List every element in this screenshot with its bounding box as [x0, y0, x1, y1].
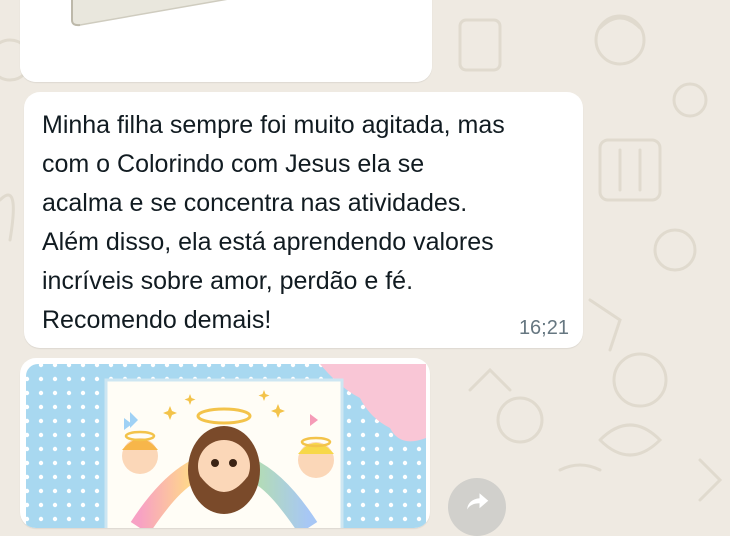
image-message-bubble[interactable] — [20, 358, 430, 528]
forward-icon — [467, 493, 489, 510]
coloring-book-cover-image — [26, 364, 426, 528]
text-message-bubble[interactable]: Minha filha sempre foi muito agitada, ma… — [24, 92, 583, 348]
book-image — [20, 0, 432, 82]
image-message-bubble[interactable] — [20, 0, 432, 82]
message-text: Minha filha sempre foi muito agitada, ma… — [42, 111, 505, 334]
forward-button[interactable] — [448, 478, 506, 536]
message-timestamp: 16;21 — [518, 317, 569, 339]
